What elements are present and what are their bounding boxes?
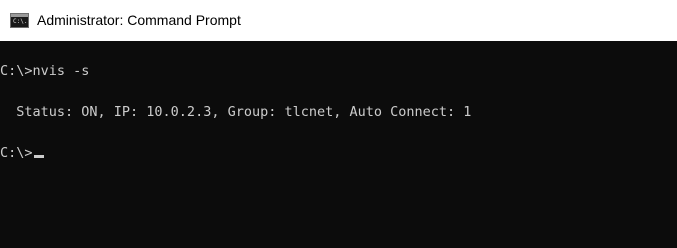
command-line: C:\>nvis -s — [0, 63, 90, 79]
text-cursor — [33, 155, 44, 158]
prompt-text: C:\> — [0, 145, 33, 161]
console-area[interactable]: C:\>nvis -s Status: ON, IP: 10.0.2.3, Gr… — [0, 41, 677, 248]
icon-glyph: C:\. — [13, 18, 28, 25]
title-bar[interactable]: C:\. Administrator: Command Prompt — [0, 0, 677, 41]
window-title: Administrator: Command Prompt — [37, 12, 241, 28]
output-line: Status: ON, IP: 10.0.2.3, Group: tlcnet,… — [0, 104, 472, 120]
prompt-line[interactable]: C:\> — [0, 144, 44, 162]
icon-bar — [11, 14, 28, 17]
command-prompt-window: C:\. Administrator: Command Prompt C:\>n… — [0, 0, 677, 248]
cmd-icon[interactable]: C:\. — [10, 13, 29, 28]
